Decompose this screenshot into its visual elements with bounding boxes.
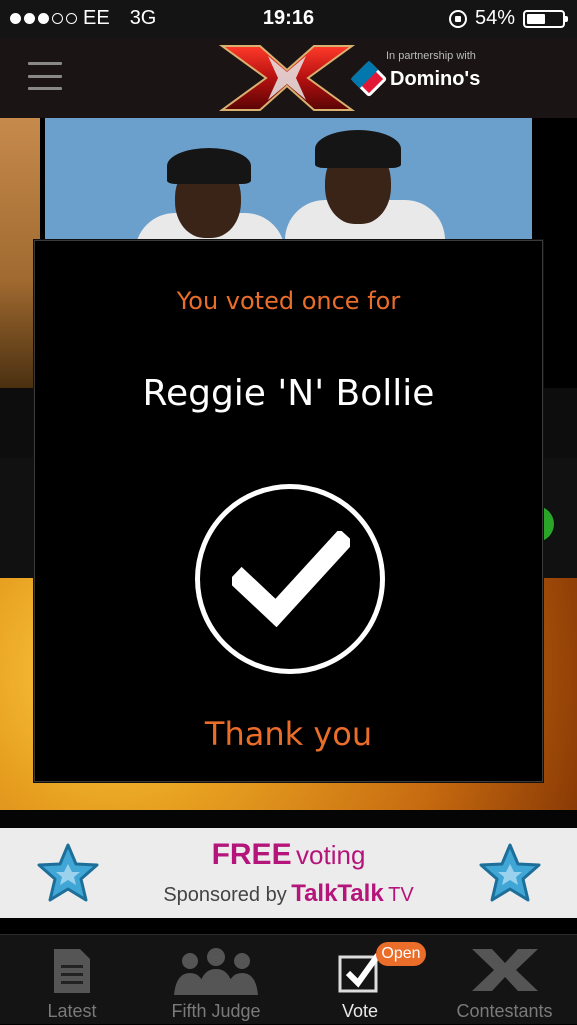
tab-label: Contestants <box>456 1001 553 1021</box>
voting-text: voting <box>296 840 366 870</box>
battery-percent: 54% <box>474 7 515 29</box>
contestant-name: Reggie 'N' Bollie <box>142 373 435 414</box>
tab-label: Fifth Judge <box>171 1001 261 1021</box>
background-divider <box>0 810 577 828</box>
tab-contestants[interactable]: Contestants <box>432 935 577 1025</box>
checkmark-circle-icon <box>195 484 385 674</box>
status-bar: EE 3G 19:16 54% <box>0 0 577 38</box>
star-icon <box>479 843 541 902</box>
partner-name: Domino's <box>390 67 481 90</box>
hamburger-menu-icon[interactable] <box>28 62 62 90</box>
vote-open-badge: Open <box>376 942 426 966</box>
tab-fifth-judge[interactable]: Fifth Judge <box>144 935 288 1025</box>
partner-text: In partnership with <box>386 50 476 62</box>
thank-you-text: Thank you <box>204 715 373 753</box>
x-factor-logo <box>218 45 356 111</box>
dominos-tile-icon <box>350 60 388 98</box>
sponsor-banner[interactable]: FREE voting Sponsored by TalkTalk TV <box>0 828 577 918</box>
crowd-icon <box>174 948 258 995</box>
vote-confirmation-dialog: You voted once for Reggie 'N' Bollie Tha… <box>34 240 543 782</box>
tab-latest[interactable]: Latest <box>0 935 144 1025</box>
sponsor-suffix: TV <box>388 884 414 906</box>
tab-label: Latest <box>47 1001 97 1021</box>
dominos-logo: Domino's <box>350 60 481 98</box>
sponsor-name: TalkTalk <box>291 880 384 907</box>
sponsored-by-text: Sponsored by <box>163 884 287 906</box>
battery-icon <box>523 9 568 28</box>
tab-label: Vote <box>341 1001 379 1021</box>
app-header: In partnership with Domino's <box>0 38 577 118</box>
voted-message: You voted once for <box>176 287 401 315</box>
document-icon <box>54 949 90 993</box>
x-contestants-icon <box>472 949 538 991</box>
bottom-tab-bar: Latest Fifth Judge Vote Contestants <box>0 934 577 1024</box>
rotation-lock-icon <box>448 9 467 28</box>
free-text: FREE <box>211 838 292 871</box>
